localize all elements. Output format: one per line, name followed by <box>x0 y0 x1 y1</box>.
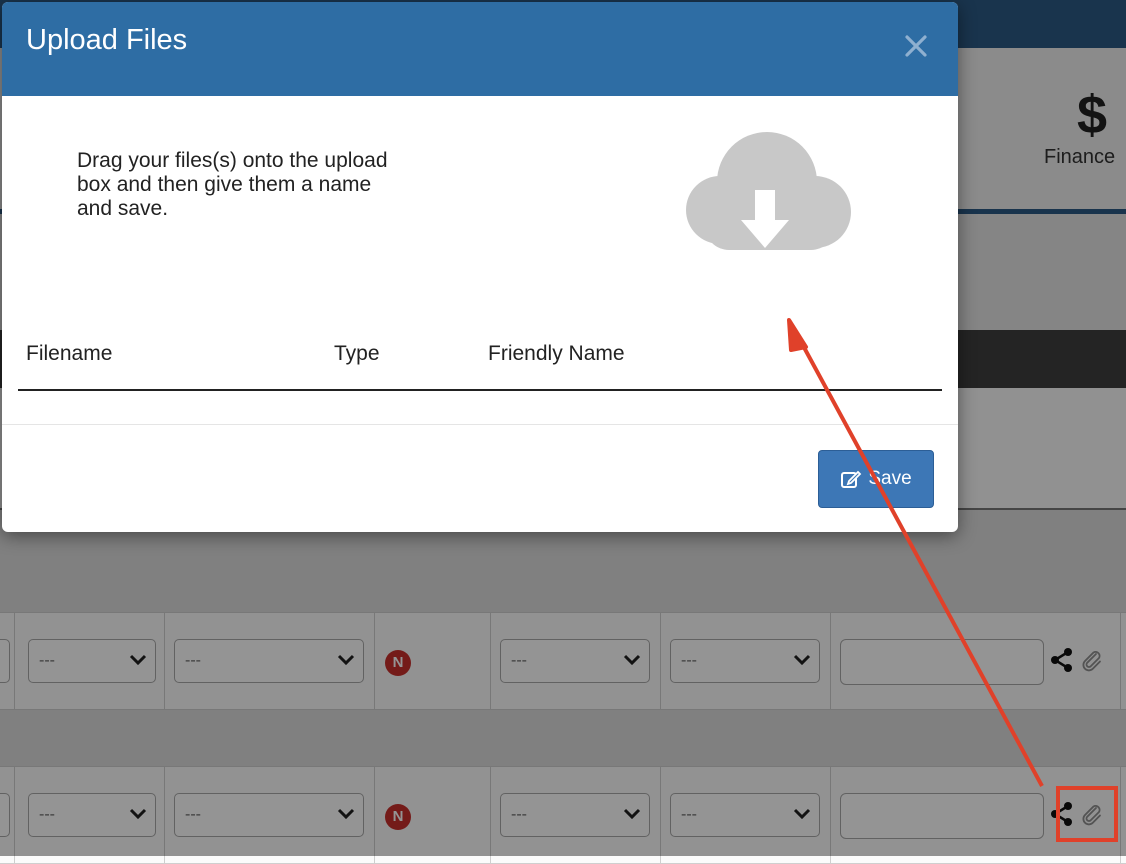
save-button-label: Save <box>868 468 912 489</box>
save-button[interactable]: Save <box>818 450 934 508</box>
upload-files-modal: Upload Files Drag your files(s) onto the… <box>2 2 958 532</box>
modal-header: Upload Files <box>2 2 958 96</box>
column-header-type: Type <box>334 342 380 365</box>
upload-instructions: Drag your files(s) onto the upload box a… <box>77 149 388 220</box>
modal-footer-divider <box>2 424 958 425</box>
cloud-download-icon[interactable] <box>675 130 855 254</box>
column-header-friendly-name: Friendly Name <box>488 342 625 365</box>
table-header-divider <box>18 389 942 391</box>
modal-title: Upload Files <box>26 24 188 56</box>
close-icon[interactable] <box>902 32 930 60</box>
column-header-filename: Filename <box>26 342 113 365</box>
edit-icon <box>841 470 862 488</box>
